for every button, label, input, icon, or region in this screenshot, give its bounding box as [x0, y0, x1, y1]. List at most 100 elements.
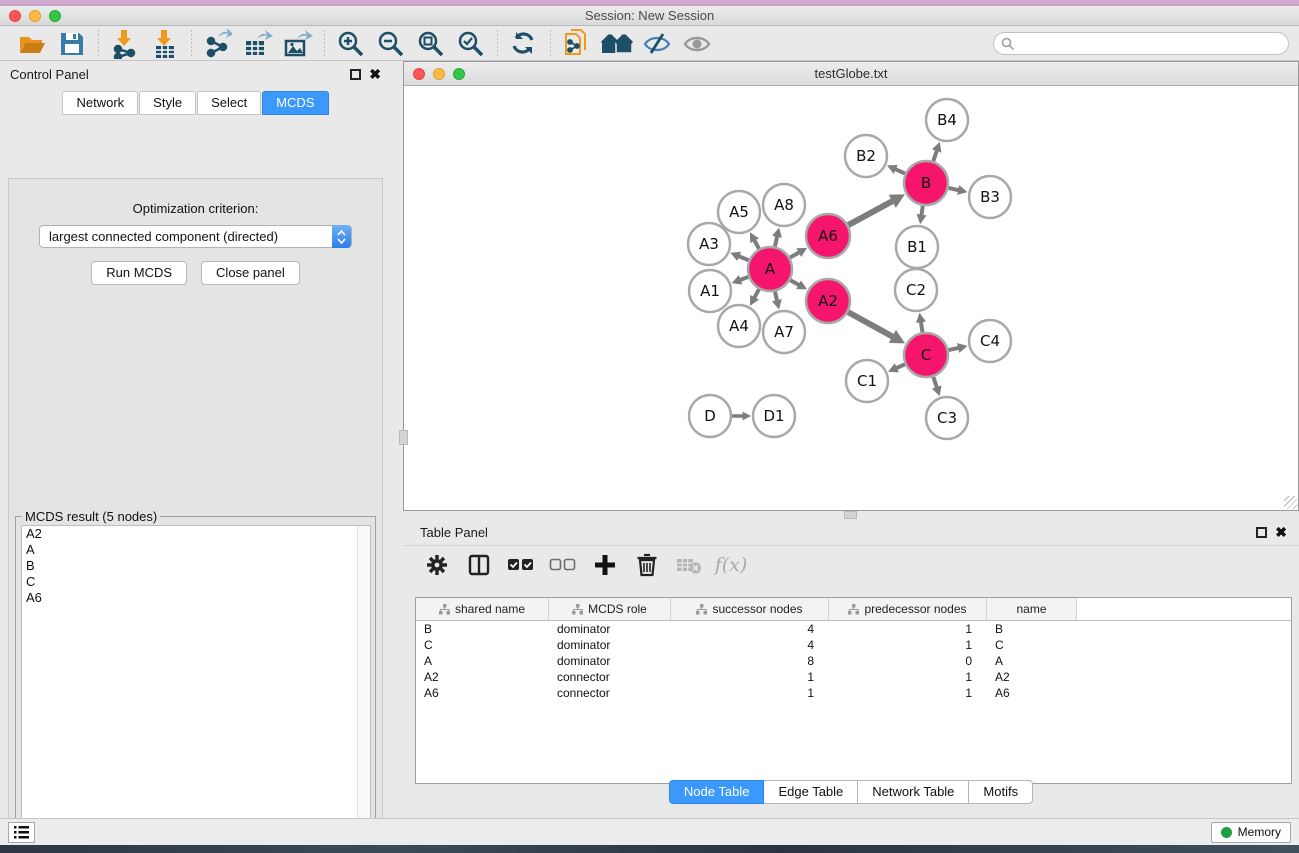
select-all-checkboxes-icon[interactable]: [507, 551, 535, 579]
column-header-successor-nodes[interactable]: successor nodes: [671, 598, 829, 620]
delete-table-icon[interactable]: [675, 551, 703, 579]
graph-edge[interactable]: [790, 280, 799, 285]
run-mcds-button[interactable]: Run MCDS: [91, 261, 187, 285]
home-icon[interactable]: [597, 28, 637, 60]
mcds-result-item[interactable]: A6: [22, 590, 370, 606]
tab-style[interactable]: Style: [139, 91, 196, 115]
graph-edge[interactable]: [754, 289, 759, 298]
mcds-result-item[interactable]: C: [22, 574, 370, 590]
close-panel-icon[interactable]: ✖: [369, 69, 381, 80]
graph-edge[interactable]: [895, 169, 905, 174]
column-header-MCDS-role[interactable]: MCDS role: [549, 598, 671, 620]
task-history-list-icon[interactable]: [8, 822, 35, 843]
close-panel-button[interactable]: Close panel: [201, 261, 300, 285]
vertical-split-handle[interactable]: [399, 430, 408, 445]
graph-node-D[interactable]: D: [689, 395, 731, 437]
graph-node-C2[interactable]: C2: [895, 269, 937, 311]
tab-network-table[interactable]: Network Table: [858, 780, 969, 804]
graph-node-B1[interactable]: B1: [896, 226, 938, 268]
mcds-result-item[interactable]: B: [22, 558, 370, 574]
column-header-predecessor-nodes[interactable]: predecessor nodes: [829, 598, 987, 620]
graph-node-C4[interactable]: C4: [969, 320, 1011, 362]
column-header-name[interactable]: name: [987, 598, 1077, 620]
graph-node-C[interactable]: C: [904, 333, 948, 377]
search-input[interactable]: [993, 32, 1289, 55]
graph-node-C3[interactable]: C3: [926, 397, 968, 439]
network-canvas[interactable]: AA1A3A5A8A4A7A6A2BB2B4B3B1CC2C4C1C3DD1: [404, 86, 1298, 509]
table-settings-gear-icon[interactable]: [423, 551, 451, 579]
graph-node-B[interactable]: B: [904, 161, 948, 205]
graph-edge[interactable]: [738, 256, 748, 260]
graph-edge[interactable]: [775, 236, 777, 247]
graph-edge[interactable]: [933, 150, 937, 161]
graph-edge[interactable]: [848, 312, 893, 337]
graph-node-C1[interactable]: C1: [846, 360, 888, 402]
deselect-all-checkboxes-icon[interactable]: [549, 551, 577, 579]
close-window-button[interactable]: [9, 10, 21, 22]
import-network-icon[interactable]: [105, 28, 145, 60]
graph-edge[interactable]: [790, 252, 800, 258]
float-panel-icon[interactable]: [1256, 527, 1267, 538]
open-folder-icon[interactable]: [12, 28, 52, 60]
tab-edge-table[interactable]: Edge Table: [764, 780, 858, 804]
table-row[interactable]: Adominator80A: [416, 653, 1291, 669]
zoom-window-button[interactable]: [49, 10, 61, 22]
graph-edge[interactable]: [740, 277, 749, 280]
graph-edge[interactable]: [896, 364, 905, 368]
graph-edge[interactable]: [933, 377, 937, 388]
save-icon[interactable]: [52, 28, 92, 60]
tab-select[interactable]: Select: [197, 91, 261, 115]
graph-edge[interactable]: [848, 201, 893, 225]
column-header-shared-name[interactable]: shared name: [416, 598, 549, 620]
export-network-icon[interactable]: [198, 28, 238, 60]
minimize-window-button[interactable]: [29, 10, 41, 22]
zoom-in-icon[interactable]: [331, 28, 371, 60]
graph-node-A6[interactable]: A6: [806, 214, 850, 258]
show-graphics-details-icon[interactable]: [677, 28, 717, 60]
import-table-icon[interactable]: [145, 28, 185, 60]
graph-edge[interactable]: [921, 321, 923, 332]
horizontal-split-handle[interactable]: [844, 511, 857, 519]
tab-network[interactable]: Network: [62, 91, 138, 115]
delete-column-trash-icon[interactable]: [633, 551, 661, 579]
scrollbar[interactable]: [357, 526, 370, 849]
memory-button[interactable]: Memory: [1211, 822, 1291, 843]
graph-edge[interactable]: [754, 240, 759, 249]
tab-motifs[interactable]: Motifs: [969, 780, 1033, 804]
graph-edge[interactable]: [775, 291, 777, 301]
export-image-icon[interactable]: [278, 28, 318, 60]
zoom-out-icon[interactable]: [371, 28, 411, 60]
network-window-titlebar[interactable]: testGlobe.txt: [404, 62, 1298, 86]
graph-node-A5[interactable]: A5: [718, 191, 760, 233]
new-network-from-file-icon[interactable]: [557, 28, 597, 60]
mcds-result-list[interactable]: A2ABCA6: [21, 525, 371, 850]
graph-node-D1[interactable]: D1: [753, 395, 795, 437]
create-column-plus-icon[interactable]: [591, 551, 619, 579]
graph-node-B3[interactable]: B3: [969, 176, 1011, 218]
tab-mcds[interactable]: MCDS: [262, 91, 328, 115]
table-row[interactable]: Cdominator41C: [416, 637, 1291, 653]
export-table-icon[interactable]: [238, 28, 278, 60]
graph-node-A[interactable]: A: [748, 247, 792, 291]
graph-node-A8[interactable]: A8: [763, 184, 805, 226]
graph-node-A7[interactable]: A7: [763, 311, 805, 353]
graph-node-A4[interactable]: A4: [718, 305, 760, 347]
zoom-fit-icon[interactable]: [411, 28, 451, 60]
mcds-result-item[interactable]: A: [22, 542, 370, 558]
mcds-result-item[interactable]: A2: [22, 526, 370, 542]
criterion-select[interactable]: largest connected component (directed): [39, 225, 352, 248]
graph-edge[interactable]: [948, 188, 959, 190]
tab-node-table[interactable]: Node Table: [669, 780, 765, 804]
table-row[interactable]: A6connector11A6: [416, 685, 1291, 701]
refresh-icon[interactable]: [504, 28, 544, 60]
graph-edge[interactable]: [948, 348, 959, 350]
table-row[interactable]: Bdominator41B: [416, 621, 1291, 637]
graph-node-B4[interactable]: B4: [926, 99, 968, 141]
hide-graphics-details-icon[interactable]: [637, 28, 677, 60]
window-resize-grip[interactable]: [1284, 496, 1297, 509]
graph-edge[interactable]: [921, 206, 922, 216]
graph-node-A2[interactable]: A2: [806, 279, 850, 323]
show-column-icon[interactable]: [465, 551, 493, 579]
close-panel-icon[interactable]: ✖: [1275, 527, 1287, 538]
table-row[interactable]: A2connector11A2: [416, 669, 1291, 685]
